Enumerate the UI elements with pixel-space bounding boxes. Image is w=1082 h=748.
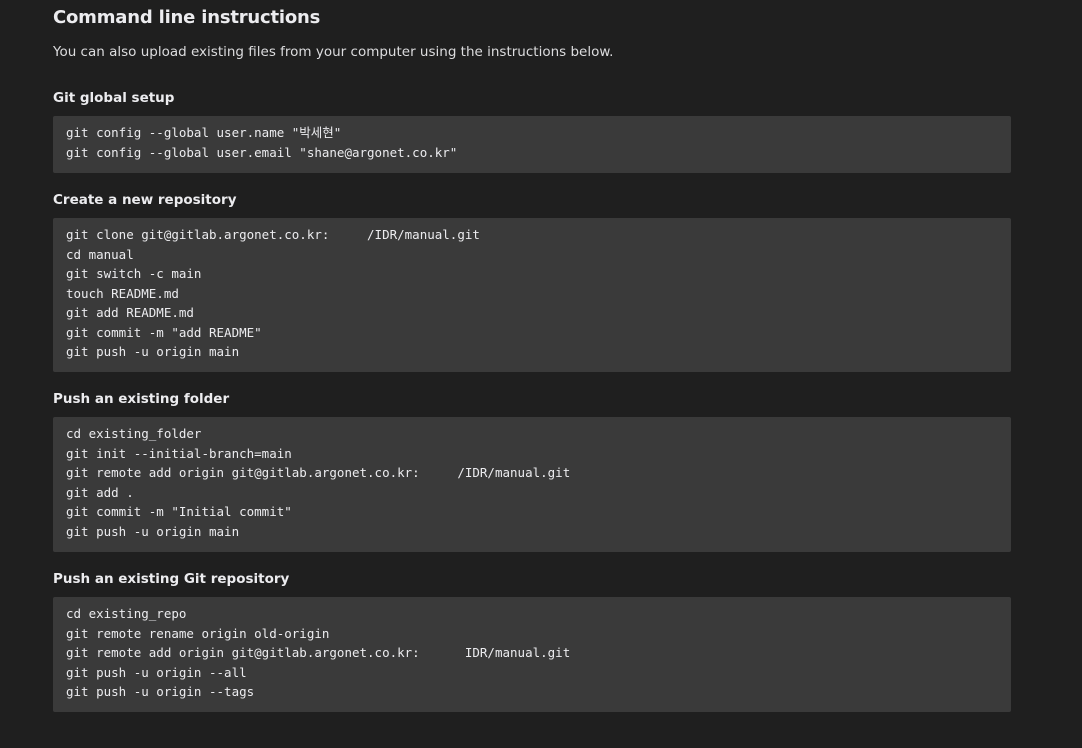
- code-line[interactable]: git push -u origin main: [66, 342, 998, 362]
- code-block-push-existing-folder[interactable]: cd existing_folder git init --initial-bra…: [53, 417, 1011, 552]
- code-line[interactable]: cd existing_folder: [66, 424, 998, 444]
- code-line[interactable]: cd manual: [66, 245, 998, 265]
- section-title-push-existing-folder: Push an existing folder: [53, 391, 230, 407]
- code-line[interactable]: git commit -m "Initial commit": [66, 502, 998, 522]
- code-block-git-global-setup[interactable]: git config --global user.name "박세현" git c…: [53, 116, 1011, 173]
- code-line[interactable]: git remote add origin git@gitlab.argonet…: [66, 463, 998, 483]
- code-line[interactable]: touch README.md: [66, 284, 998, 304]
- code-block-create-new-repository[interactable]: git clone git@gitlab.argonet.co.kr: /IDR…: [53, 218, 1011, 372]
- code-line[interactable]: git commit -m "add README": [66, 323, 998, 343]
- code-line[interactable]: git remote add origin git@gitlab.argonet…: [66, 643, 998, 663]
- section-title-git-global-setup: Git global setup: [53, 90, 175, 106]
- code-line[interactable]: git add .: [66, 483, 998, 503]
- code-block-push-existing-git-repository[interactable]: cd existing_repo git remote rename origin…: [53, 597, 1011, 712]
- code-line[interactable]: git config --global user.name "박세현": [66, 123, 998, 143]
- code-line[interactable]: git push -u origin --all: [66, 663, 998, 683]
- code-line[interactable]: git push -u origin --tags: [66, 682, 998, 702]
- code-line[interactable]: git config --global user.email "shane@ar…: [66, 143, 998, 163]
- page-title: Command line instructions: [53, 7, 321, 28]
- code-line[interactable]: git push -u origin main: [66, 522, 998, 542]
- section-title-create-new-repository: Create a new repository: [53, 192, 237, 208]
- code-line[interactable]: git init --initial-branch=main: [66, 444, 998, 464]
- code-line[interactable]: git add README.md: [66, 303, 998, 323]
- section-title-push-existing-git-repository: Push an existing Git repository: [53, 571, 290, 587]
- intro-text: You can also upload existing files from …: [53, 44, 614, 60]
- code-line[interactable]: git clone git@gitlab.argonet.co.kr: /IDR…: [66, 225, 998, 245]
- code-line[interactable]: cd existing_repo: [66, 604, 998, 624]
- code-line[interactable]: git remote rename origin old-origin: [66, 624, 998, 644]
- code-line[interactable]: git switch -c main: [66, 264, 998, 284]
